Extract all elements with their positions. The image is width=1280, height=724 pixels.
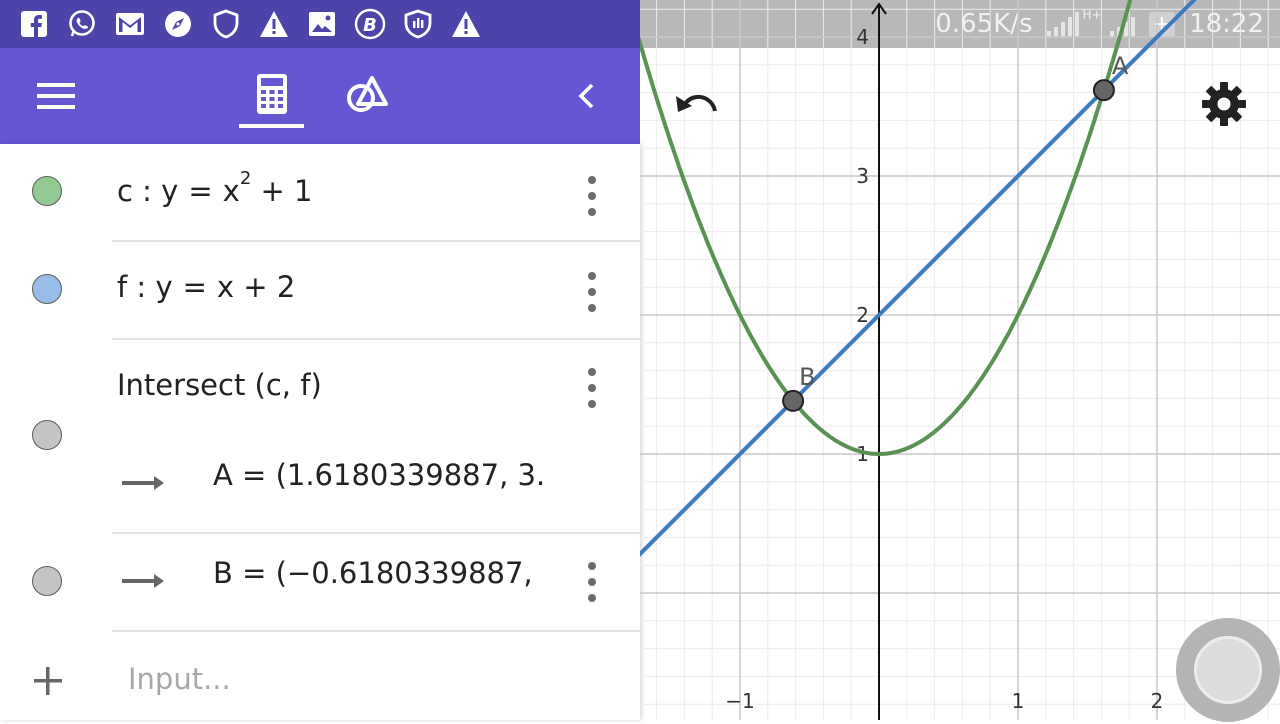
y-tick-label: 2 <box>856 303 869 327</box>
warning-icon <box>258 8 290 40</box>
compass-icon <box>162 8 194 40</box>
undo-icon[interactable] <box>672 84 720 128</box>
y-tick-label: 3 <box>856 164 869 188</box>
notification-icons: B <box>18 8 482 40</box>
b-app-icon: B <box>354 8 386 40</box>
visibility-toggle-b[interactable] <box>32 566 62 596</box>
expression-rhs: x + 2 <box>216 270 296 304</box>
expression-c[interactable]: c : y = x2 + 1 <box>117 168 313 208</box>
floating-action-button[interactable] <box>1176 618 1280 722</box>
visibility-toggle-f[interactable] <box>32 274 62 304</box>
gear-icon[interactable] <box>1200 80 1248 128</box>
x-tick-label: 1 <box>1012 689 1025 713</box>
result-point-a: A = (1.6180339887, 3.6 <box>213 458 543 492</box>
expression-base: x <box>222 174 240 208</box>
calculator-icon <box>256 74 287 118</box>
algebra-row-b[interactable]: B = (−0.6180339887, 1 <box>0 534 640 632</box>
expression-tail: + 1 <box>260 174 313 208</box>
algebra-input[interactable] <box>128 662 608 696</box>
row-menu-kebab-icon[interactable] <box>580 272 604 312</box>
visibility-toggle-c[interactable] <box>32 176 62 206</box>
object-label: f <box>117 270 128 304</box>
x-tick-label: −1 <box>725 689 754 713</box>
algebra-row-c[interactable]: c : y = x2 + 1 <box>0 144 640 242</box>
algebra-row-intersect[interactable]: Intersect (c, f) A = (1.6180339887, 3.6 <box>0 340 640 534</box>
x-tick-label: 2 <box>1151 689 1164 713</box>
expression-lhs: y <box>161 174 179 208</box>
line-f[interactable] <box>627 0 1280 567</box>
result-arrow-icon <box>120 571 168 591</box>
point-a[interactable] <box>1092 79 1115 102</box>
intersect-command[interactable]: Intersect (c, f) <box>117 368 322 402</box>
axes <box>871 2 887 720</box>
warning-icon <box>450 8 482 40</box>
graphics-view[interactable]: −11212345 AB <box>625 0 1280 720</box>
fab-inner <box>1194 636 1262 704</box>
shield-icon <box>210 8 242 40</box>
gmail-icon <box>114 8 146 40</box>
result-arrow-icon <box>120 473 168 493</box>
status-bar-left: B <box>0 0 640 48</box>
chevron-left-icon[interactable] <box>566 48 606 144</box>
y-tick-label: 4 <box>856 25 869 49</box>
whatsapp-icon <box>66 8 98 40</box>
object-label: c <box>117 174 133 208</box>
row-menu-kebab-icon[interactable] <box>580 176 604 216</box>
toolbar <box>0 48 640 144</box>
major-grid <box>640 0 1280 720</box>
graph-canvas[interactable]: −11212345 AB <box>625 0 1280 720</box>
expression-f[interactable]: f : y = x + 2 <box>117 270 295 304</box>
point-label: A <box>1112 52 1129 80</box>
expression-lhs: y <box>155 270 173 304</box>
gallery-icon <box>306 8 338 40</box>
tab-algebra[interactable] <box>239 48 304 144</box>
expression-exponent: 2 <box>239 168 252 190</box>
shield-alert-icon <box>402 8 434 40</box>
point-b[interactable] <box>782 389 805 412</box>
hamburger-menu-icon[interactable] <box>28 48 84 144</box>
facebook-icon <box>18 8 50 40</box>
tab-tools[interactable] <box>340 48 396 144</box>
point-label: B <box>799 363 815 391</box>
algebra-row-f[interactable]: f : y = x + 2 <box>0 242 640 340</box>
row-divider <box>112 630 640 632</box>
result-point-b: B = (−0.6180339887, 1 <box>213 556 543 590</box>
add-icon[interactable] <box>31 664 65 698</box>
row-menu-kebab-icon[interactable] <box>580 562 604 602</box>
active-tab-indicator <box>239 124 304 128</box>
geometry-tools-icon <box>346 74 390 118</box>
algebra-panel: c : y = x2 + 1 f : y = x + 2 Intersect (c, f… <box>0 144 640 720</box>
row-menu-kebab-icon[interactable] <box>580 368 604 408</box>
svg-text:B: B <box>363 15 377 36</box>
minor-grid <box>640 0 1280 720</box>
visibility-toggle-intersect[interactable] <box>32 420 62 450</box>
